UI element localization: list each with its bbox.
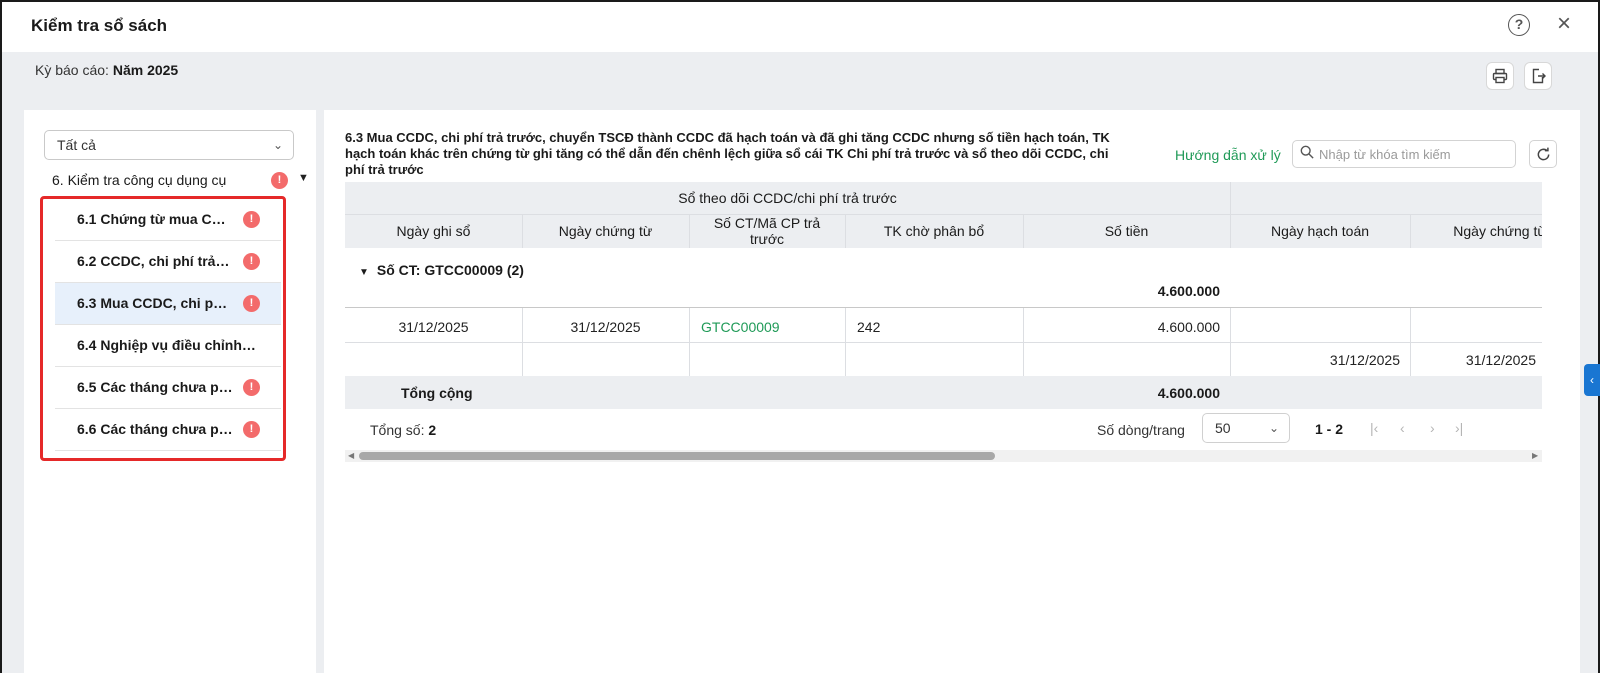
rows-per-page-value: 50: [1215, 420, 1231, 436]
total-label: Tổng cộng: [401, 385, 473, 401]
dialog-titlebar: Kiểm tra sổ sách ? ×: [2, 2, 1598, 52]
divider: [1230, 308, 1231, 376]
check-item-6-4[interactable]: 6.4 Nghiệp vụ điều chỉnh CCDC: [55, 325, 281, 367]
first-page-icon[interactable]: |‹: [1370, 420, 1378, 436]
help-icon[interactable]: ?: [1508, 14, 1530, 36]
column-header: Ngày chứng từ: [1453, 223, 1542, 239]
table-cell: 242: [857, 319, 881, 335]
period-label: Kỳ báo cáo:: [35, 62, 109, 78]
rows-per-page-select[interactable]: 50 ⌄: [1202, 413, 1290, 443]
column-group-header: Sổ theo dõi CCDC/chi phí trả trước: [678, 190, 897, 206]
divider: [522, 308, 523, 376]
print-button[interactable]: [1486, 62, 1514, 90]
check-item-label: 6.1 Chứng từ mua CCDC: [77, 211, 233, 227]
check-item-label: 6.6 Các tháng chưa phân bổ: [77, 421, 233, 437]
prev-page-icon[interactable]: ‹: [1400, 420, 1405, 436]
guide-link[interactable]: Hướng dẫn xử lý: [1175, 147, 1281, 163]
scrollbar-thumb[interactable]: [359, 452, 995, 460]
horizontal-scrollbar[interactable]: ◀ ▶: [345, 450, 1542, 462]
row-group-label: Số CT: GTCC00009 (2): [376, 262, 524, 278]
warning-icon: !: [271, 172, 288, 189]
check-item-6-3[interactable]: 6.3 Mua CCDC, chi phí trả trước !: [55, 283, 281, 325]
last-page-icon[interactable]: ›|: [1455, 420, 1463, 436]
chevron-down-icon[interactable]: ▼: [298, 172, 309, 184]
table-cell: 4.600.000: [1157, 319, 1220, 335]
check-item-label: 6.5 Các tháng chưa phân bổ: [77, 379, 233, 395]
check-item-6-2[interactable]: 6.2 CCDC, chi phí trả trước !: [55, 241, 281, 283]
report-header: Kỳ báo cáo: Năm 2025: [2, 52, 1598, 100]
refresh-button[interactable]: [1529, 140, 1557, 168]
search-input[interactable]: [1319, 144, 1509, 164]
table-cell: 31/12/2025: [1465, 352, 1536, 368]
dialog-window: Kiểm tra sổ sách ? × Kỳ báo cáo: Năm 202…: [0, 0, 1600, 673]
report-panel: 6.3 Mua CCDC, chi phí trả trước, chuyển …: [324, 110, 1580, 673]
check-item-6-1[interactable]: 6.1 Chứng từ mua CCDC !: [55, 199, 281, 241]
table-cell: 31/12/2025: [570, 319, 641, 335]
pagination-bar: Tổng số: 2 Số dòng/trang 50 ⌄ 1 - 2 |‹ ‹…: [345, 410, 1542, 450]
warning-icon: !: [243, 379, 260, 396]
side-panel-toggle[interactable]: ‹: [1584, 364, 1600, 396]
period-value: Năm 2025: [112, 62, 179, 78]
export-icon: [1532, 68, 1546, 84]
warning-icon: !: [243, 253, 260, 270]
column-header: Ngày ghi sổ: [396, 223, 471, 239]
divider: [1023, 308, 1024, 376]
filter-value: Tất cả: [57, 137, 96, 153]
divider: [689, 308, 690, 376]
chevron-left-icon: ‹: [1590, 373, 1594, 387]
table-cell: 31/12/2025: [1329, 352, 1400, 368]
record-count: Tổng số: 2: [370, 422, 436, 438]
group-subtotal: 4.600.000: [1157, 283, 1220, 299]
warning-icon: !: [243, 421, 260, 438]
column-header: Ngày chứng từ: [558, 223, 653, 239]
column-header: TK chờ phân bổ: [883, 223, 985, 239]
record-count-value: 2: [428, 422, 437, 438]
divider: [845, 308, 846, 376]
warning-icon: !: [243, 211, 260, 228]
warning-icon: !: [243, 295, 260, 312]
scroll-right-icon[interactable]: ▶: [1532, 450, 1538, 462]
page-range: 1 - 2: [1315, 421, 1344, 437]
check-item-6-5[interactable]: 6.5 Các tháng chưa phân bổ !: [55, 367, 281, 409]
check-item-label: 6.2 CCDC, chi phí trả trước: [77, 253, 233, 269]
divider: [345, 342, 1542, 343]
divider: [689, 214, 690, 248]
column-header: Số tiền: [1104, 223, 1149, 239]
total-row: [345, 376, 1542, 409]
check-list-panel: Tất cả ⌄ 6. Kiểm tra công cụ dụng cụ ! ▼…: [24, 110, 316, 673]
close-icon[interactable]: ×: [1552, 12, 1576, 37]
search-icon: [1300, 145, 1314, 159]
document-link[interactable]: GTCC00009: [701, 319, 780, 335]
table-cell: 31/12/2025: [398, 319, 469, 335]
report-title: 6.3 Mua CCDC, chi phí trả trước, chuyển …: [345, 130, 1110, 177]
chevron-down-icon: ⌄: [272, 138, 283, 152]
column-header: Số CT/Mã CP trả trước: [713, 215, 821, 247]
printer-icon: [1492, 68, 1508, 84]
row-group-toggle[interactable]: ▼ Số CT: GTCC00009 (2): [359, 262, 524, 278]
check-group-label: 6. Kiểm tra công cụ dụng cụ: [52, 172, 227, 188]
next-page-icon[interactable]: ›: [1430, 420, 1435, 436]
rows-per-page-label: Số dòng/trang: [1097, 422, 1185, 438]
dialog-title: Kiểm tra sổ sách: [31, 16, 168, 35]
check-item-label: 6.4 Nghiệp vụ điều chỉnh CCDC: [77, 337, 257, 353]
search-box[interactable]: [1292, 140, 1516, 168]
total-value: 4.600.000: [1157, 385, 1220, 401]
divider: [345, 214, 1542, 215]
filter-select[interactable]: Tất cả ⌄: [44, 130, 294, 160]
report-period: Kỳ báo cáo: Năm 2025: [35, 62, 178, 78]
column-header: Ngày hạch toán: [1270, 223, 1370, 239]
divider: [345, 307, 1542, 308]
check-group-6[interactable]: 6. Kiểm tra công cụ dụng cụ ! ▼: [52, 170, 309, 192]
refresh-icon: [1537, 147, 1549, 161]
check-item-6-6[interactable]: 6.6 Các tháng chưa phân bổ !: [55, 409, 281, 451]
divider: [1410, 308, 1411, 376]
record-count-label: Tổng số:: [370, 422, 425, 438]
caret-down-icon: ▼: [359, 267, 369, 278]
scroll-left-icon[interactable]: ◀: [348, 450, 354, 462]
check-item-label: 6.3 Mua CCDC, chi phí trả trước: [77, 295, 233, 311]
chevron-down-icon: ⌄: [1268, 421, 1279, 435]
export-button[interactable]: [1524, 62, 1552, 90]
